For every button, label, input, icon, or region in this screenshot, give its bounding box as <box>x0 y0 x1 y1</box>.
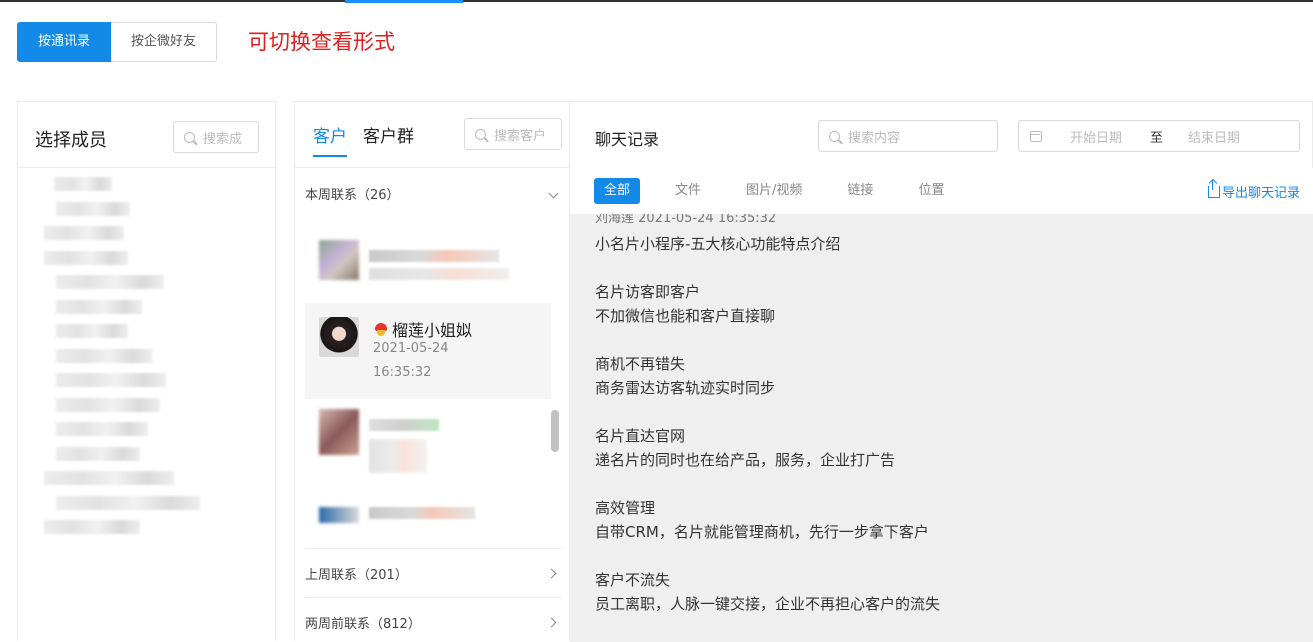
chevron-right-icon <box>546 568 557 579</box>
flower-icon <box>373 322 389 336</box>
member-item[interactable] <box>42 417 252 442</box>
by-contacts-button[interactable]: 按通讯录 <box>17 22 112 62</box>
filter-images-videos[interactable]: 图片/视频 <box>736 178 812 204</box>
chevron-down-icon <box>548 188 559 199</box>
chat-panel-title: 聊天记录 <box>595 130 660 149</box>
top-active-indicator <box>345 0 463 3</box>
date-range-picker[interactable]: 开始日期 至 结束日期 <box>1018 120 1300 152</box>
customer-search-input[interactable]: 搜索客户 <box>464 118 562 150</box>
group-this-week[interactable]: 本周联系（26） <box>305 184 561 203</box>
tab-customer-groups[interactable]: 客户群 <box>363 122 414 157</box>
contact-list-scrollbar[interactable] <box>551 410 559 452</box>
view-toggle: 按通讯录 按企微好友 <box>17 22 218 62</box>
group-two-weeks-ago-label: 两周前联系（812） <box>305 617 421 632</box>
top-border <box>0 0 1313 2</box>
customers-panel: 客户 客户群 搜索客户 本周联系（26） 榴莲小姐姒 2021-05-24 16… <box>294 101 570 641</box>
member-item[interactable] <box>42 172 252 197</box>
member-list <box>42 172 252 540</box>
group-two-weeks-ago[interactable]: 两周前联系（812） <box>305 613 561 632</box>
search-icon <box>829 130 840 142</box>
message-text: 小名片小程序-五大核心功能特点介绍 名片访客即客户 不加微信也能和客户直接聊 商… <box>595 235 941 613</box>
tab-customers[interactable]: 客户 <box>313 122 347 157</box>
chat-panel: 聊天记录 搜索内容 开始日期 至 结束日期 全部 文件 图片/视频 链接 位置 … <box>570 101 1313 642</box>
member-item[interactable] <box>42 270 252 295</box>
members-panel: 选择成员 搜索成 <box>17 101 276 641</box>
search-icon <box>184 131 195 143</box>
export-chat-button[interactable]: 导出聊天记录 <box>1207 179 1300 201</box>
by-wecom-friends-button[interactable]: 按企微好友 <box>111 22 218 62</box>
member-item[interactable] <box>42 197 252 222</box>
date-separator: 至 <box>1150 130 1164 146</box>
member-item[interactable] <box>42 246 252 271</box>
group-this-week-label: 本周联系（26） <box>305 188 400 203</box>
export-chat-label: 导出聊天记录 <box>1221 186 1300 201</box>
chat-search-input[interactable]: 搜索内容 <box>818 120 998 152</box>
avatar <box>319 240 359 280</box>
member-item[interactable] <box>42 466 252 491</box>
group-last-week[interactable]: 上周联系（201） <box>305 564 561 583</box>
contact-date: 2021-05-24 <box>373 341 449 356</box>
filter-all[interactable]: 全部 <box>594 178 641 204</box>
member-search-input[interactable]: 搜索成 <box>173 121 259 153</box>
message-filter-bar: 全部 文件 图片/视频 链接 位置 导出聊天记录 <box>570 168 1313 214</box>
member-item[interactable] <box>42 319 252 344</box>
filter-locations[interactable]: 位置 <box>908 178 954 204</box>
search-icon <box>475 128 486 140</box>
avatar <box>319 507 359 523</box>
view-hint-text: 可切换查看形式 <box>248 30 395 54</box>
member-item[interactable] <box>42 221 252 246</box>
date-start-input[interactable]: 开始日期 <box>1070 127 1122 146</box>
member-item[interactable] <box>42 368 252 393</box>
contact-time: 16:35:32 <box>373 365 432 380</box>
chevron-right-icon <box>546 617 557 628</box>
filter-files[interactable]: 文件 <box>665 178 711 204</box>
member-item[interactable] <box>42 442 252 467</box>
avatar <box>319 409 359 455</box>
chat-search-placeholder: 搜索内容 <box>848 130 901 146</box>
upload-icon <box>1207 179 1220 198</box>
member-item[interactable] <box>42 515 252 540</box>
date-end-input[interactable]: 结束日期 <box>1188 127 1240 146</box>
contact-item[interactable] <box>305 399 551 495</box>
members-divider <box>18 167 275 168</box>
contact-name: 榴莲小姐姒 <box>392 321 473 340</box>
chat-messages[interactable]: 刘海莲 2021-05-24 16:35:32 小名片小程序-五大核心功能特点介… <box>570 214 1313 642</box>
customer-search-placeholder: 搜索客户 <box>494 128 547 144</box>
member-item[interactable] <box>42 393 252 418</box>
calendar-icon <box>1030 130 1042 142</box>
contact-item[interactable] <box>305 208 551 304</box>
customer-tabs: 客户 客户群 <box>313 122 414 157</box>
filter-links[interactable]: 链接 <box>837 178 883 204</box>
customers-divider <box>295 167 569 168</box>
contact-item-selected[interactable]: 榴莲小姐姒 2021-05-24 16:35:32 <box>305 303 551 399</box>
group-last-week-label: 上周联系（201） <box>305 568 408 583</box>
member-item[interactable] <box>42 344 252 369</box>
member-search-placeholder: 搜索成 <box>203 131 243 147</box>
member-item[interactable] <box>42 491 252 516</box>
avatar <box>319 317 359 357</box>
message-meta: 刘海莲 2021-05-24 16:35:32 <box>595 214 777 226</box>
members-panel-title: 选择成员 <box>35 130 107 151</box>
member-item[interactable] <box>42 295 252 320</box>
